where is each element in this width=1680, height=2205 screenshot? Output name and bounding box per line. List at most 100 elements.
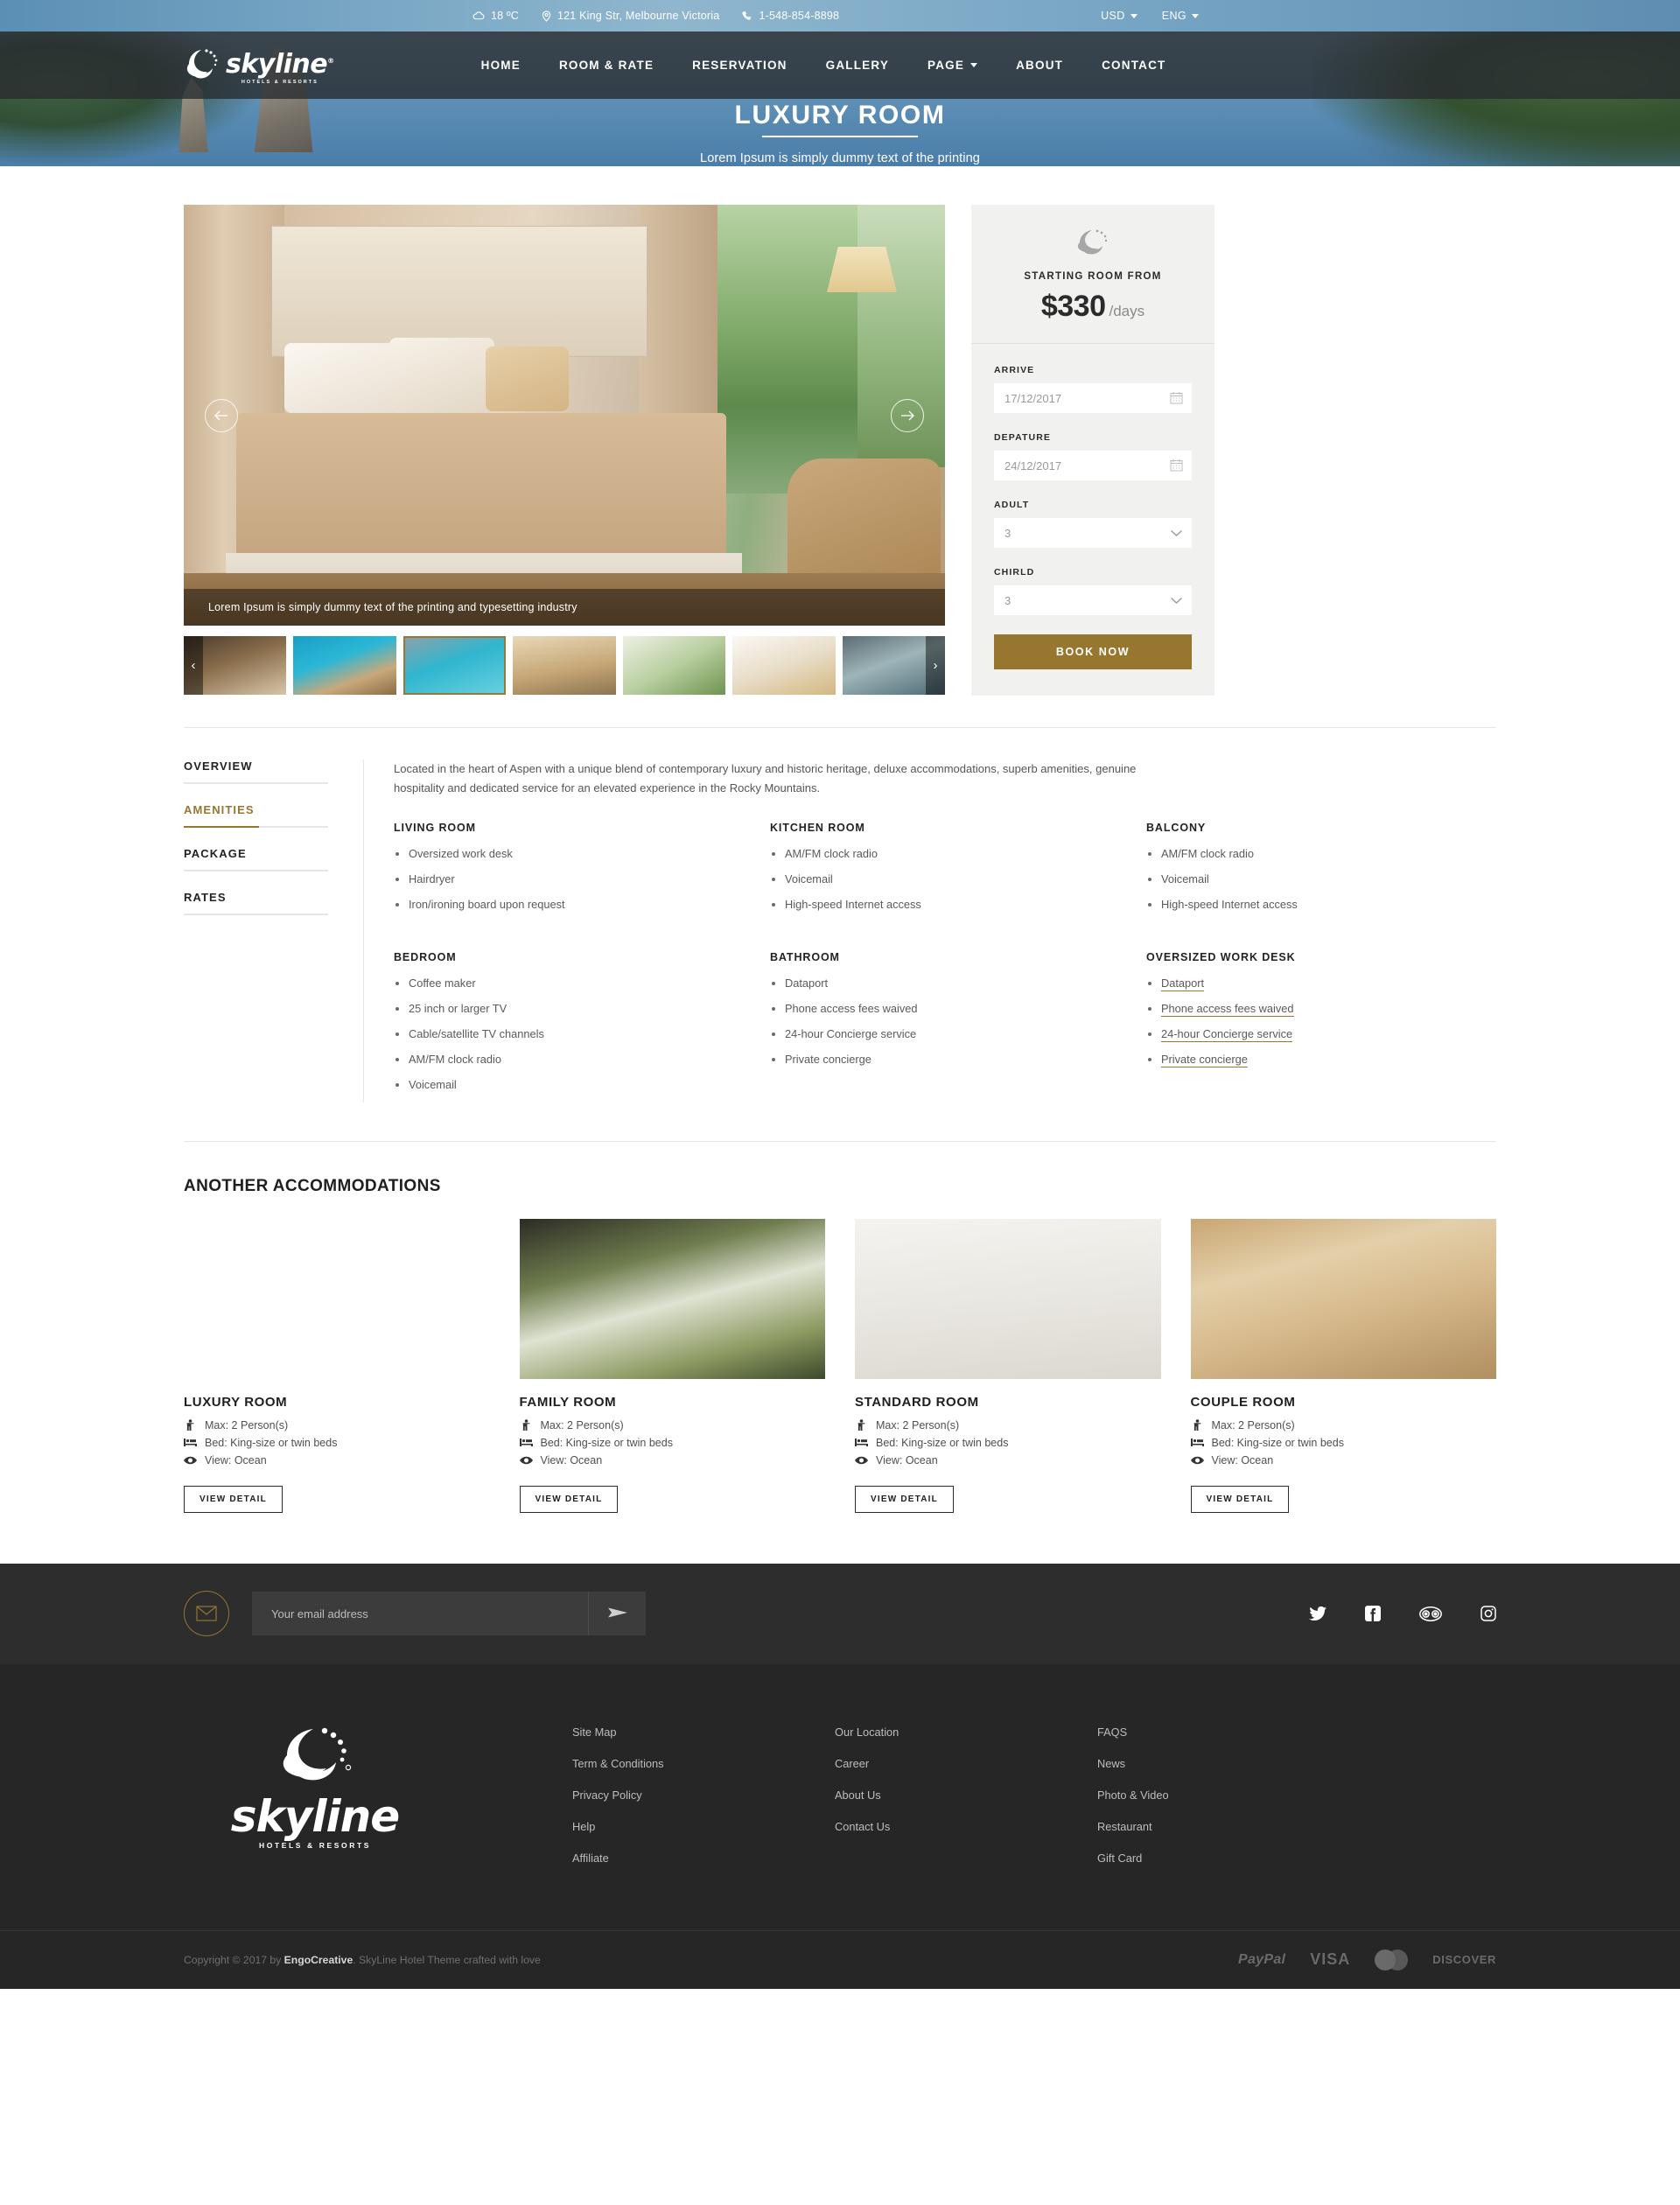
room-card-image[interactable] xyxy=(855,1218,1161,1379)
amenity-group-title: BEDROOM xyxy=(394,951,457,964)
skyline-bird-logo-icon xyxy=(184,46,220,85)
view-detail-button[interactable]: VIEW DETAIL xyxy=(855,1485,954,1513)
amenity-item: Cable/satellite TV channels xyxy=(394,1026,744,1042)
site-logo[interactable]: skyline® HOTELS & RESORTS xyxy=(184,46,334,85)
arrive-field-wrap xyxy=(994,383,1192,413)
gallery-prev-button[interactable] xyxy=(205,398,238,432)
child-field-wrap xyxy=(994,585,1192,615)
footer-link-terms[interactable]: Term & Conditions xyxy=(572,1757,835,1770)
amenity-item: AM/FM clock radio xyxy=(1146,846,1496,862)
footer-link-career[interactable]: Career xyxy=(835,1757,1097,1770)
thumbnail-terrace[interactable] xyxy=(513,636,616,695)
thumbs-next-button[interactable]: › xyxy=(926,636,945,695)
copyright-post: . SkyLine Hotel Theme crafted with love xyxy=(353,1953,541,1966)
footer-link-help[interactable]: Help xyxy=(572,1820,835,1833)
amenity-items: AM/FM clock radio Voicemail High-speed I… xyxy=(770,846,1120,913)
visa-icon: VISA xyxy=(1310,1950,1351,1969)
thumbnail-flowers[interactable] xyxy=(622,636,726,695)
tab-rates[interactable]: RATES xyxy=(184,891,328,915)
another-accommodations-section: ANOTHER ACCOMMODATIONS LUXURY ROOM Max: … xyxy=(184,1140,1496,1513)
footer-link-photo-video[interactable]: Photo & Video xyxy=(1097,1788,1360,1802)
address-item: 121 King Str, Melbourne Victoria xyxy=(542,10,719,22)
room-spec-bed: Bed: King-size or twin beds xyxy=(519,1437,826,1449)
footer-link-faqs[interactable]: FAQS xyxy=(1097,1726,1360,1739)
view-detail-button[interactable]: VIEW DETAIL xyxy=(184,1485,283,1513)
amenity-item-link[interactable]: Phone access fees waived xyxy=(1146,1001,1496,1018)
nav-item-home[interactable]: HOME xyxy=(481,59,521,72)
amenity-items: Dataport Phone access fees waived 24-hou… xyxy=(1146,976,1496,1068)
room-spec-text: Bed: King-size or twin beds xyxy=(1211,1436,1344,1449)
nav-item-room-rate[interactable]: ROOM & RATE xyxy=(559,59,654,72)
language-selector[interactable]: ENG xyxy=(1162,10,1199,22)
arrive-date-input[interactable] xyxy=(994,383,1192,413)
nav-label: GALLERY xyxy=(825,59,890,72)
tab-overview[interactable]: OVERVIEW xyxy=(184,760,328,784)
address-value: 121 King Str, Melbourne Victoria xyxy=(556,10,720,22)
amenity-item: Hairdryer xyxy=(394,872,744,887)
bed-icon xyxy=(184,1438,197,1447)
nav-item-page[interactable]: PAGE xyxy=(928,59,978,72)
departure-date-input[interactable] xyxy=(994,451,1192,480)
room-card-image[interactable] xyxy=(1190,1218,1496,1379)
thumbnail-climbing[interactable] xyxy=(293,636,396,695)
footer-link-about-us[interactable]: About Us xyxy=(835,1788,1097,1802)
tripadvisor-icon[interactable] xyxy=(1419,1606,1442,1621)
currency-selector[interactable]: USD xyxy=(1101,10,1138,22)
starting-price-label: STARTING ROOM FROM xyxy=(1024,271,1162,282)
tab-package[interactable]: PACKAGE xyxy=(184,847,328,872)
gallery-next-button[interactable] xyxy=(891,398,924,432)
footer-link-restaurant[interactable]: Restaurant xyxy=(1097,1820,1360,1833)
amenity-item: Voicemail xyxy=(394,1077,744,1093)
amenity-item-link[interactable]: 24-hour Concierge service xyxy=(1146,1026,1496,1043)
nav-item-reservation[interactable]: RESERVATION xyxy=(692,59,787,72)
footer-link-contact-us[interactable]: Contact Us xyxy=(835,1820,1097,1833)
newsletter-submit-button[interactable] xyxy=(588,1592,646,1636)
logo-tagline: HOTELS & RESORTS xyxy=(241,79,318,85)
view-detail-button[interactable]: VIEW DETAIL xyxy=(1190,1485,1290,1513)
nav-item-contact[interactable]: CONTACT xyxy=(1102,59,1166,72)
footer-column-1: Site Map Term & Conditions Privacy Polic… xyxy=(572,1726,835,1883)
footer-link-our-location[interactable]: Our Location xyxy=(835,1726,1097,1739)
amenity-group-title: LIVING ROOM xyxy=(394,821,476,834)
eye-icon xyxy=(519,1456,533,1465)
room-card-image[interactable] xyxy=(519,1218,825,1379)
footer-link-news[interactable]: News xyxy=(1097,1757,1360,1770)
instagram-icon[interactable] xyxy=(1480,1606,1496,1622)
room-card-family: FAMILY ROOM Max: 2 Person(s) Bed: King-s… xyxy=(519,1218,826,1513)
tab-label: OVERVIEW xyxy=(184,760,253,773)
amenity-items: Coffee maker 25 inch or larger TV Cable/… xyxy=(394,976,744,1093)
nav-item-gallery[interactable]: GALLERY xyxy=(826,59,889,72)
room-card-image[interactable] xyxy=(184,1219,490,1379)
child-count-select[interactable] xyxy=(994,585,1192,615)
newsletter-email-input[interactable] xyxy=(252,1592,588,1636)
topbar-selectors: USD ENG xyxy=(1101,10,1199,22)
footer-link-site-map[interactable]: Site Map xyxy=(572,1726,835,1739)
room-spec-text: Max: 2 Person(s) xyxy=(540,1418,624,1432)
thumbnail-breakfast[interactable] xyxy=(732,636,836,695)
facebook-icon[interactable] xyxy=(1365,1606,1381,1622)
adult-count-select[interactable] xyxy=(994,518,1192,548)
phone-item: 1-548-854-8898 xyxy=(742,10,839,22)
amenity-item: Voicemail xyxy=(770,872,1120,887)
room-card-grid: LUXURY ROOM Max: 2 Person(s) Bed: King-s… xyxy=(184,1218,1496,1513)
thumbnail-pool[interactable] xyxy=(402,636,507,695)
send-arrow-icon xyxy=(607,1606,627,1622)
amenity-item: Phone access fees waived xyxy=(770,1001,1120,1017)
nav-item-about[interactable]: ABOUT xyxy=(1016,59,1063,72)
section-title: ANOTHER ACCOMMODATIONS xyxy=(184,1176,441,1195)
tab-amenities[interactable]: AMENITIES xyxy=(184,803,328,828)
bed-icon xyxy=(855,1438,868,1447)
amenity-item-link[interactable]: Dataport xyxy=(1146,976,1496,992)
amenity-group-bedroom: BEDROOM Coffee maker 25 inch or larger T… xyxy=(394,951,744,1102)
topbar-contact-group: 18 ºC 121 King Str, Melbourne Victoria 1… xyxy=(472,10,839,22)
footer-link-privacy[interactable]: Privacy Policy xyxy=(572,1788,835,1802)
logo-wordmark: skyline® xyxy=(226,52,334,78)
view-detail-button[interactable]: VIEW DETAIL xyxy=(519,1485,619,1513)
room-spec-view: View: Ocean xyxy=(855,1454,1161,1466)
amenity-item-link[interactable]: Private concierge xyxy=(1146,1052,1496,1068)
twitter-icon[interactable] xyxy=(1309,1606,1326,1621)
thumbs-prev-button[interactable]: ‹ xyxy=(184,636,203,695)
footer-link-affiliate[interactable]: Affiliate xyxy=(572,1852,835,1865)
book-now-button[interactable]: BOOK NOW xyxy=(994,634,1192,669)
footer-link-gift-card[interactable]: Gift Card xyxy=(1097,1852,1360,1865)
